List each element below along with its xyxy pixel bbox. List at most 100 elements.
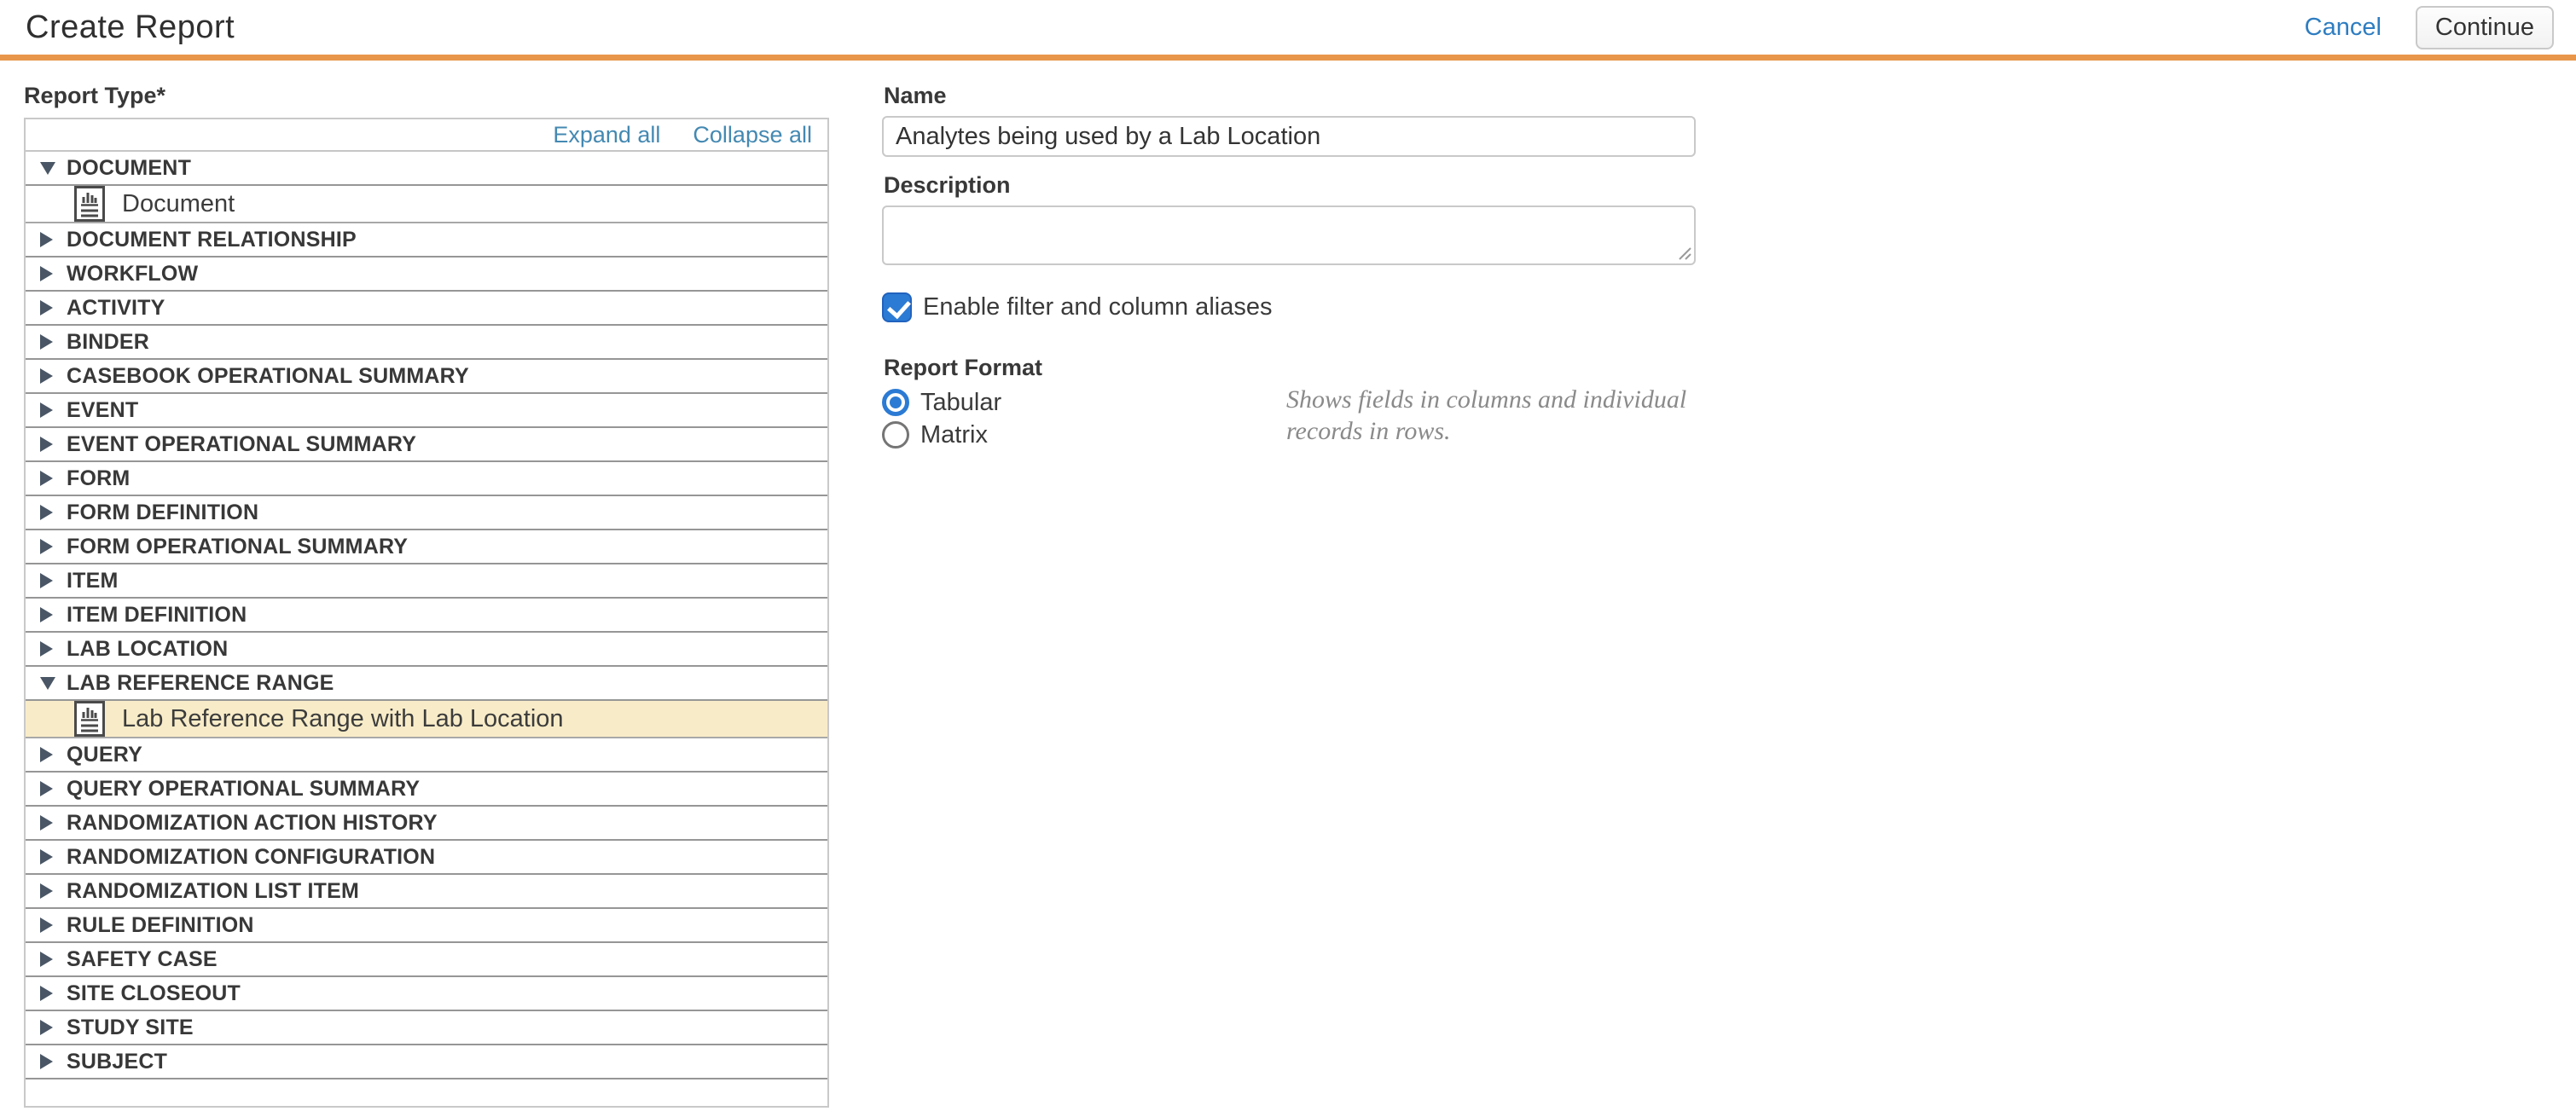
tree-child-label: Lab Reference Range with Lab Location bbox=[122, 705, 564, 733]
tree-category-label: RANDOMIZATION LIST ITEM bbox=[67, 879, 359, 904]
tree-category-row[interactable]: DOCUMENT RELATIONSHIP bbox=[26, 223, 827, 258]
report-type-panel: Expand all Collapse all DOCUMENT Documen… bbox=[24, 118, 829, 1108]
resize-handle-icon[interactable] bbox=[1676, 245, 1691, 260]
tree-category-row[interactable]: BINDER bbox=[26, 326, 827, 360]
tree-category-label: LAB REFERENCE RANGE bbox=[67, 671, 334, 696]
tree-category-row[interactable]: SUBJECT bbox=[26, 1045, 827, 1079]
triangle-right-icon[interactable] bbox=[40, 471, 61, 486]
tree-category-label: DOCUMENT bbox=[67, 156, 191, 181]
triangle-right-icon[interactable] bbox=[40, 986, 61, 1001]
tree-category-row[interactable]: QUERY OPERATIONAL SUMMARY bbox=[26, 773, 827, 807]
tree-category-row[interactable]: RANDOMIZATION CONFIGURATION bbox=[26, 841, 827, 875]
tree-category-label: ITEM DEFINITION bbox=[67, 603, 247, 628]
triangle-right-icon[interactable] bbox=[40, 437, 61, 452]
triangle-right-icon[interactable] bbox=[40, 300, 61, 315]
alias-checkbox-row: Enable filter and column aliases bbox=[882, 292, 1696, 322]
triangle-right-icon[interactable] bbox=[40, 573, 61, 588]
tree-category-row[interactable]: ITEM DEFINITION bbox=[26, 599, 827, 633]
report-type-tree: DOCUMENT Document DOCUMENT RELATIONSHIP … bbox=[26, 152, 827, 1079]
radio-button-icon[interactable] bbox=[882, 389, 909, 416]
tree-category-row[interactable]: LAB LOCATION bbox=[26, 633, 827, 667]
tree-category-label: DOCUMENT RELATIONSHIP bbox=[67, 228, 357, 252]
tree-category-row[interactable]: CASEBOOK OPERATIONAL SUMMARY bbox=[26, 360, 827, 394]
tree-category-label: FORM bbox=[67, 466, 130, 491]
tree-category-row[interactable]: EVENT bbox=[26, 394, 827, 428]
collapse-all-link[interactable]: Collapse all bbox=[693, 122, 812, 148]
alias-checkbox[interactable] bbox=[882, 292, 912, 322]
triangle-right-icon[interactable] bbox=[40, 917, 61, 933]
triangle-down-icon[interactable] bbox=[40, 677, 61, 690]
alias-checkbox-label: Enable filter and column aliases bbox=[923, 293, 1272, 321]
radio-option-matrix[interactable]: Matrix bbox=[882, 419, 1286, 451]
radio-button-icon[interactable] bbox=[882, 421, 909, 449]
report-format-options: Tabular Matrix bbox=[882, 386, 1286, 451]
continue-button[interactable]: Continue bbox=[2416, 6, 2554, 49]
tree-category-label: SUBJECT bbox=[67, 1050, 167, 1074]
tree-category-row[interactable]: RANDOMIZATION ACTION HISTORY bbox=[26, 807, 827, 841]
accent-divider bbox=[0, 55, 2576, 61]
tree-child-row[interactable]: Lab Reference Range with Lab Location bbox=[26, 701, 827, 738]
tree-category-label: STUDY SITE bbox=[67, 1016, 194, 1040]
description-textarea[interactable] bbox=[882, 205, 1696, 265]
tree-category-row[interactable]: ACTIVITY bbox=[26, 292, 827, 326]
tree-category-label: FORM DEFINITION bbox=[67, 501, 258, 525]
tree-category-row[interactable]: ITEM bbox=[26, 564, 827, 599]
triangle-right-icon[interactable] bbox=[40, 232, 61, 247]
name-input[interactable] bbox=[882, 116, 1696, 157]
tree-category-row[interactable]: WORKFLOW bbox=[26, 258, 827, 292]
tree-category-label: RANDOMIZATION ACTION HISTORY bbox=[67, 811, 438, 836]
tree-category-row[interactable]: SITE CLOSEOUT bbox=[26, 977, 827, 1011]
triangle-right-icon[interactable] bbox=[40, 1020, 61, 1035]
tree-category-row[interactable]: RULE DEFINITION bbox=[26, 909, 827, 943]
tree-category-label: BINDER bbox=[67, 330, 149, 355]
main-content: Report Type* Expand all Collapse all DOC… bbox=[0, 61, 2576, 1108]
triangle-right-icon[interactable] bbox=[40, 747, 61, 762]
triangle-down-icon[interactable] bbox=[40, 162, 61, 175]
report-format-row: Tabular Matrix Shows fields in columns a… bbox=[882, 386, 1696, 451]
triangle-right-icon[interactable] bbox=[40, 607, 61, 622]
radio-option-label: Matrix bbox=[920, 421, 988, 449]
cancel-link[interactable]: Cancel bbox=[2305, 14, 2382, 42]
tree-category-row[interactable]: LAB REFERENCE RANGE bbox=[26, 667, 827, 701]
tree-category-label: CASEBOOK OPERATIONAL SUMMARY bbox=[67, 364, 469, 389]
triangle-right-icon[interactable] bbox=[40, 883, 61, 899]
triangle-right-icon[interactable] bbox=[40, 402, 61, 418]
tree-category-label: EVENT bbox=[67, 398, 138, 423]
triangle-right-icon[interactable] bbox=[40, 539, 61, 554]
tree-category-label: WORKFLOW bbox=[67, 262, 198, 286]
report-format-label: Report Format bbox=[884, 355, 1696, 381]
triangle-right-icon[interactable] bbox=[40, 505, 61, 520]
triangle-right-icon[interactable] bbox=[40, 266, 61, 281]
page-header: Create Report Cancel Continue bbox=[0, 0, 2576, 55]
triangle-right-icon[interactable] bbox=[40, 334, 61, 350]
tree-category-row[interactable]: EVENT OPERATIONAL SUMMARY bbox=[26, 428, 827, 462]
radio-option-tabular[interactable]: Tabular bbox=[882, 386, 1286, 419]
tree-category-label: ITEM bbox=[67, 569, 119, 593]
format-note: Shows fields in columns and individual r… bbox=[1286, 385, 1696, 448]
report-type-label: Report Type* bbox=[24, 83, 829, 109]
expand-all-link[interactable]: Expand all bbox=[553, 122, 660, 148]
tree-category-label: QUERY OPERATIONAL SUMMARY bbox=[67, 777, 420, 802]
tree-category-row[interactable]: FORM OPERATIONAL SUMMARY bbox=[26, 530, 827, 564]
report-document-icon bbox=[74, 186, 105, 222]
tree-category-row[interactable]: SAFETY CASE bbox=[26, 943, 827, 977]
tree-tools-row: Expand all Collapse all bbox=[26, 119, 827, 152]
tree-category-row[interactable]: FORM DEFINITION bbox=[26, 496, 827, 530]
triangle-right-icon[interactable] bbox=[40, 1054, 61, 1069]
description-label: Description bbox=[884, 172, 1696, 199]
triangle-right-icon[interactable] bbox=[40, 368, 61, 384]
page-title: Create Report bbox=[26, 9, 235, 46]
tree-category-row[interactable]: DOCUMENT bbox=[26, 152, 827, 186]
tree-category-row[interactable]: FORM bbox=[26, 462, 827, 496]
tree-category-label: FORM OPERATIONAL SUMMARY bbox=[67, 535, 408, 559]
triangle-right-icon[interactable] bbox=[40, 952, 61, 967]
tree-category-row[interactable]: RANDOMIZATION LIST ITEM bbox=[26, 875, 827, 909]
tree-child-row[interactable]: Document bbox=[26, 186, 827, 223]
triangle-right-icon[interactable] bbox=[40, 781, 61, 796]
triangle-right-icon[interactable] bbox=[40, 641, 61, 657]
tree-category-row[interactable]: QUERY bbox=[26, 738, 827, 773]
triangle-right-icon[interactable] bbox=[40, 849, 61, 865]
tree-category-row[interactable]: STUDY SITE bbox=[26, 1011, 827, 1045]
tree-category-label: RANDOMIZATION CONFIGURATION bbox=[67, 845, 435, 870]
triangle-right-icon[interactable] bbox=[40, 815, 61, 831]
